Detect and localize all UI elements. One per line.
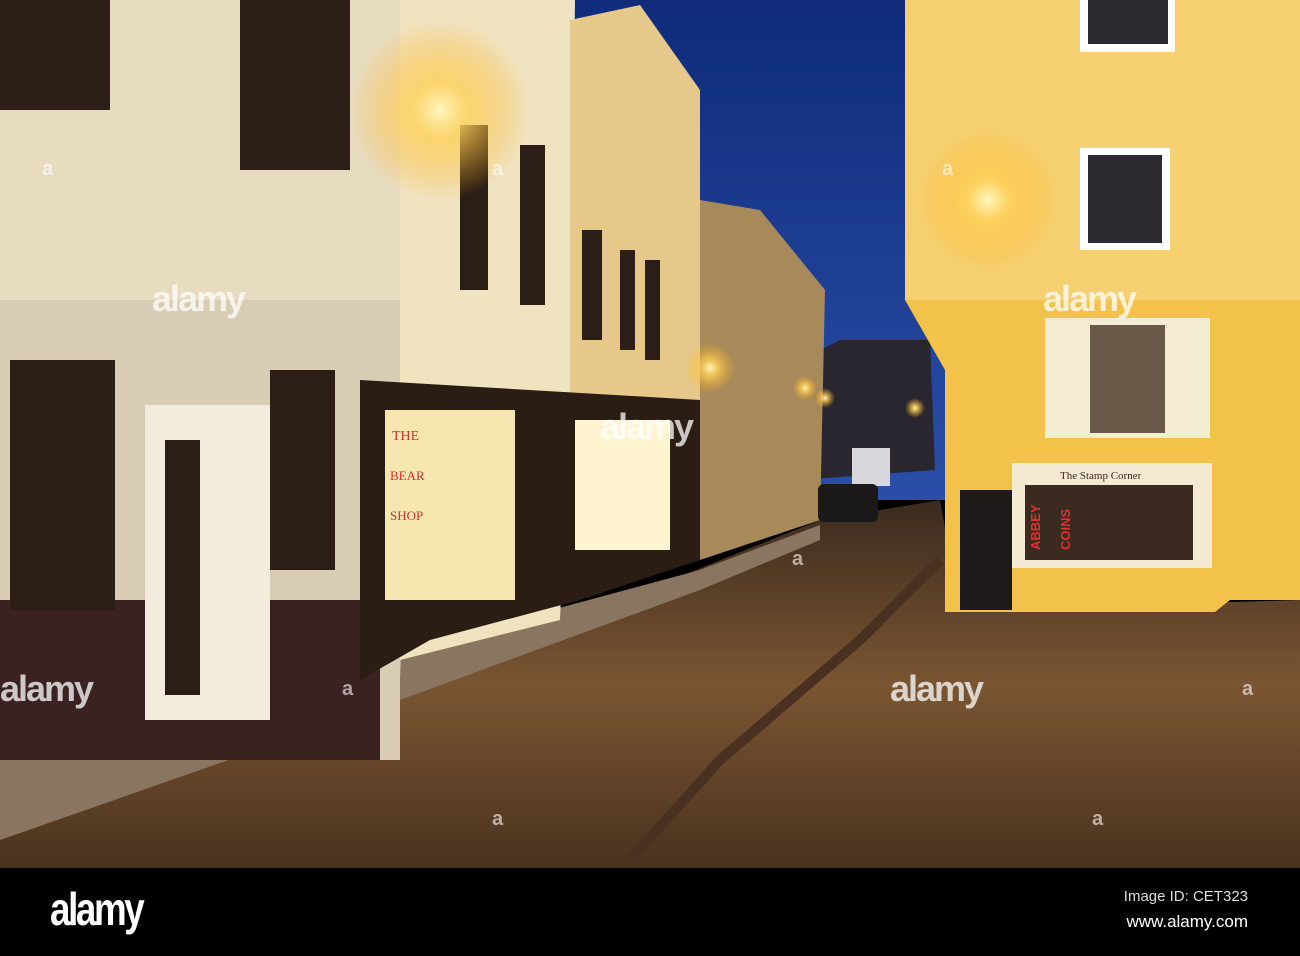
bear-shop-sign-the: THE (392, 429, 419, 444)
abbey-window-text: ABBEY (1028, 504, 1043, 550)
watermark-a-5: a (342, 678, 354, 700)
watermark-alamy-5: alamy (890, 668, 984, 709)
stock-photo: THE BEAR SHOP The Stamp Corner ABBEY COI… (0, 0, 1300, 956)
watermark-a-6: a (1242, 678, 1254, 700)
bear-shop-sign-shop: SHOP (390, 508, 423, 523)
coins-window-text: COINS (1058, 509, 1073, 551)
watermark-a-7: a (492, 808, 504, 830)
watermark-alamy-3: alamy (1043, 278, 1137, 319)
lamp-glow-3 (685, 343, 735, 393)
watermark-a-2: a (492, 158, 504, 180)
watermark-a-4: a (792, 548, 804, 570)
watermark-a-3: a (942, 158, 954, 180)
alamy-logo: alamy (50, 883, 145, 935)
watermark-alamy-4: alamy (0, 668, 94, 709)
stamp-corner-sign: The Stamp Corner (1060, 470, 1142, 482)
door-left (145, 405, 270, 720)
image-id: Image ID: CET323 (1123, 888, 1248, 905)
white-van (852, 448, 890, 486)
watermark-a-8: a (1092, 808, 1104, 830)
lamp-glow-2 (918, 130, 1058, 270)
watermark-alamy-2: alamy (600, 406, 694, 447)
alamy-url[interactable]: www.alamy.com (1126, 912, 1248, 932)
watermark-alamy-1: alamy (152, 278, 246, 319)
bear-shop-sign-bear: BEAR (390, 468, 425, 483)
footer-bar: alamy Image ID: CET323 www.alamy.com (0, 868, 1300, 956)
parked-car (818, 484, 878, 522)
shop-door-right (960, 490, 1012, 610)
watermark-a-1: a (42, 158, 54, 180)
